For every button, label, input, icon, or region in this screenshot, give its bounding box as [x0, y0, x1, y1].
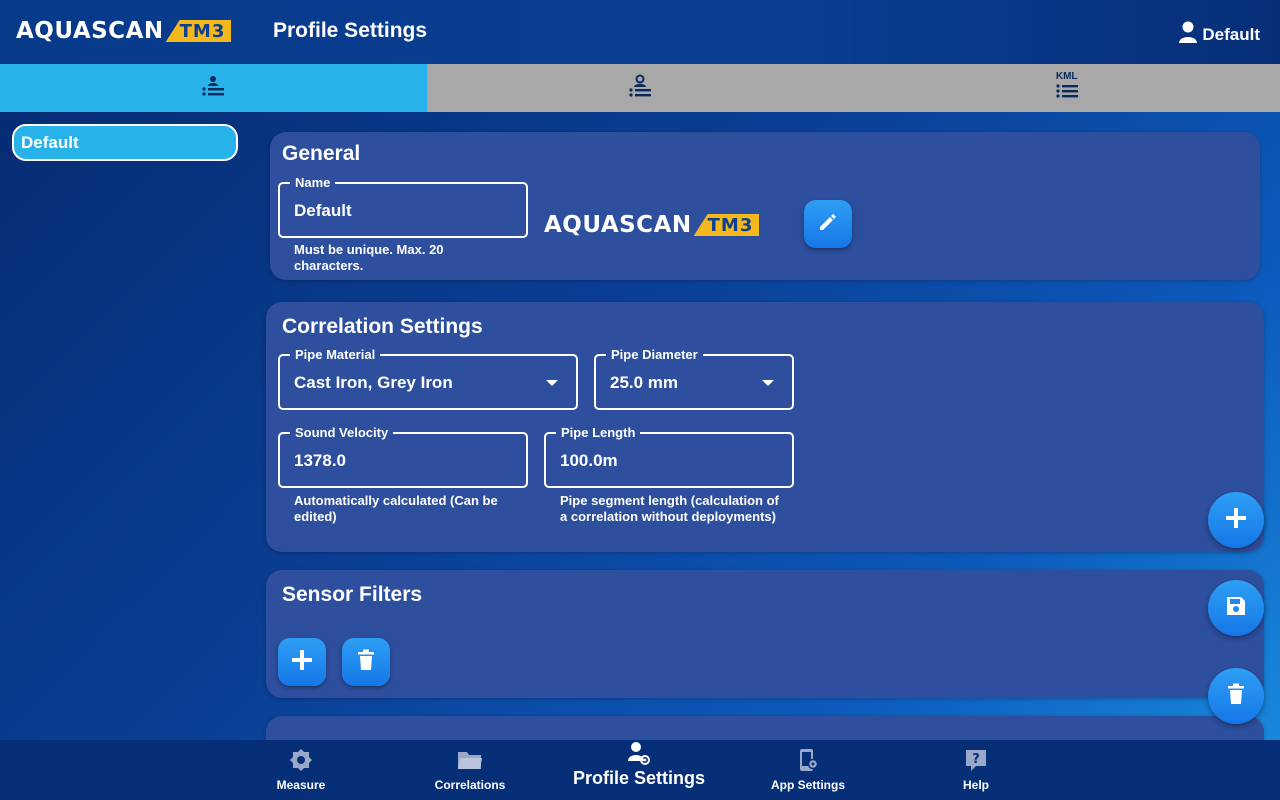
chevron-down-icon — [762, 380, 774, 386]
delete-profile-button[interactable] — [1208, 668, 1264, 724]
pipe-material-select[interactable]: Pipe Material Cast Iron, Grey Iron — [278, 347, 578, 410]
pencil-icon — [817, 211, 839, 238]
sensor-filters-card: Sensor Filters — [266, 570, 1264, 698]
tab-sensor-profiles[interactable] — [426, 64, 854, 112]
plus-icon — [291, 649, 313, 676]
sound-velocity-label: Sound Velocity — [290, 425, 394, 440]
pipe-diameter-value: 25.0 mm — [610, 373, 679, 392]
nav-app-settings[interactable]: App Settings — [733, 740, 883, 800]
pipe-diameter-select[interactable]: Pipe Diameter 25.0 mm — [594, 347, 794, 410]
logo-badge: TM3 — [165, 20, 232, 42]
pipe-material-value: Cast Iron, Grey Iron — [294, 373, 453, 392]
sidebar-item-default[interactable]: Default — [12, 124, 238, 161]
general-card: General Name Default Must be unique. Max… — [270, 132, 1260, 280]
nav-measure[interactable]: Measure — [226, 740, 376, 800]
name-value: Default — [294, 201, 352, 220]
logo-text: AQUASCAN — [16, 18, 164, 44]
nav-label: Correlations — [434, 778, 506, 792]
folder-icon — [457, 748, 483, 772]
nav-profile-settings[interactable]: Profile Settings — [564, 740, 714, 800]
correlation-settings-card: Correlation Settings Pipe Material Cast … — [266, 302, 1264, 552]
sound-velocity-field[interactable]: Sound Velocity 1378.0 — [278, 425, 528, 488]
user-name: Default — [1202, 24, 1260, 44]
sound-velocity-value: 1378.0 — [294, 451, 346, 470]
bottom-navigation: Measure Correlations Profile Settings Ap… — [0, 740, 1280, 800]
pipe-diameter-label: Pipe Diameter — [606, 347, 703, 362]
page-title: Profile Settings — [273, 19, 428, 42]
delete-filter-button[interactable] — [342, 638, 390, 686]
add-filter-button[interactable] — [278, 638, 326, 686]
trash-icon — [1227, 683, 1245, 710]
profile-tabs: KML — [0, 64, 1280, 112]
chevron-down-icon — [546, 380, 558, 386]
nav-label: Measure — [276, 778, 326, 792]
pipe-length-value: 100.0m — [560, 451, 618, 470]
save-profile-button[interactable] — [1208, 580, 1264, 636]
user-menu[interactable]: Default — [1178, 20, 1260, 49]
pipe-length-helper: Pipe segment length (calculation of a co… — [560, 493, 779, 524]
svg-text:?: ? — [972, 752, 980, 767]
pipe-material-label: Pipe Material — [290, 347, 381, 362]
edit-logo-button[interactable] — [804, 200, 852, 248]
sensor-filters-title: Sensor Filters — [282, 583, 423, 606]
sound-velocity-helper: Automatically calculated (Can be edited) — [294, 493, 498, 524]
add-profile-button[interactable] — [1208, 492, 1264, 548]
tab-profiles[interactable] — [0, 64, 427, 112]
profile-logo-text: AQUASCAN — [544, 212, 692, 238]
profile-settings-icon — [627, 742, 651, 766]
trash-icon — [357, 649, 375, 676]
name-label: Name — [290, 175, 336, 190]
name-field[interactable]: Name Default — [278, 175, 528, 238]
nav-label: Help — [962, 778, 989, 792]
app-settings-icon — [797, 748, 819, 772]
general-title: General — [282, 142, 361, 165]
nav-label: Profile Settings — [572, 768, 706, 788]
profile-logo: AQUASCAN TM3 — [544, 212, 760, 238]
measure-icon — [289, 748, 313, 772]
profile-sidebar — [0, 112, 250, 740]
pipe-length-label: Pipe Length — [556, 425, 641, 440]
nav-help[interactable]: ? Help — [901, 740, 1051, 800]
sensor-profile-list-icon — [628, 74, 652, 103]
save-icon — [1225, 595, 1247, 622]
sidebar-item-label: Default — [21, 132, 79, 152]
app-logo: AQUASCAN TM3 — [16, 18, 232, 44]
nav-correlations[interactable]: Correlations — [395, 740, 545, 800]
profile-list-icon — [201, 75, 225, 102]
plus-icon — [1225, 507, 1247, 534]
help-icon: ? — [964, 748, 988, 772]
profile-logo-badge: TM3 — [693, 214, 760, 236]
user-icon — [1178, 20, 1198, 49]
name-helper: Must be unique. Max. 20 characters. — [294, 242, 444, 273]
tab-kml-label: KML — [1055, 71, 1078, 82]
pipe-length-field[interactable]: Pipe Length 100.0m — [544, 425, 794, 488]
nav-label: App Settings — [771, 778, 845, 792]
correlation-title: Correlation Settings — [282, 315, 483, 338]
app-header: AQUASCAN TM3 Profile Settings Default — [0, 0, 1280, 64]
kml-list-icon — [1055, 83, 1079, 104]
tab-kml[interactable]: KML — [853, 64, 1280, 112]
